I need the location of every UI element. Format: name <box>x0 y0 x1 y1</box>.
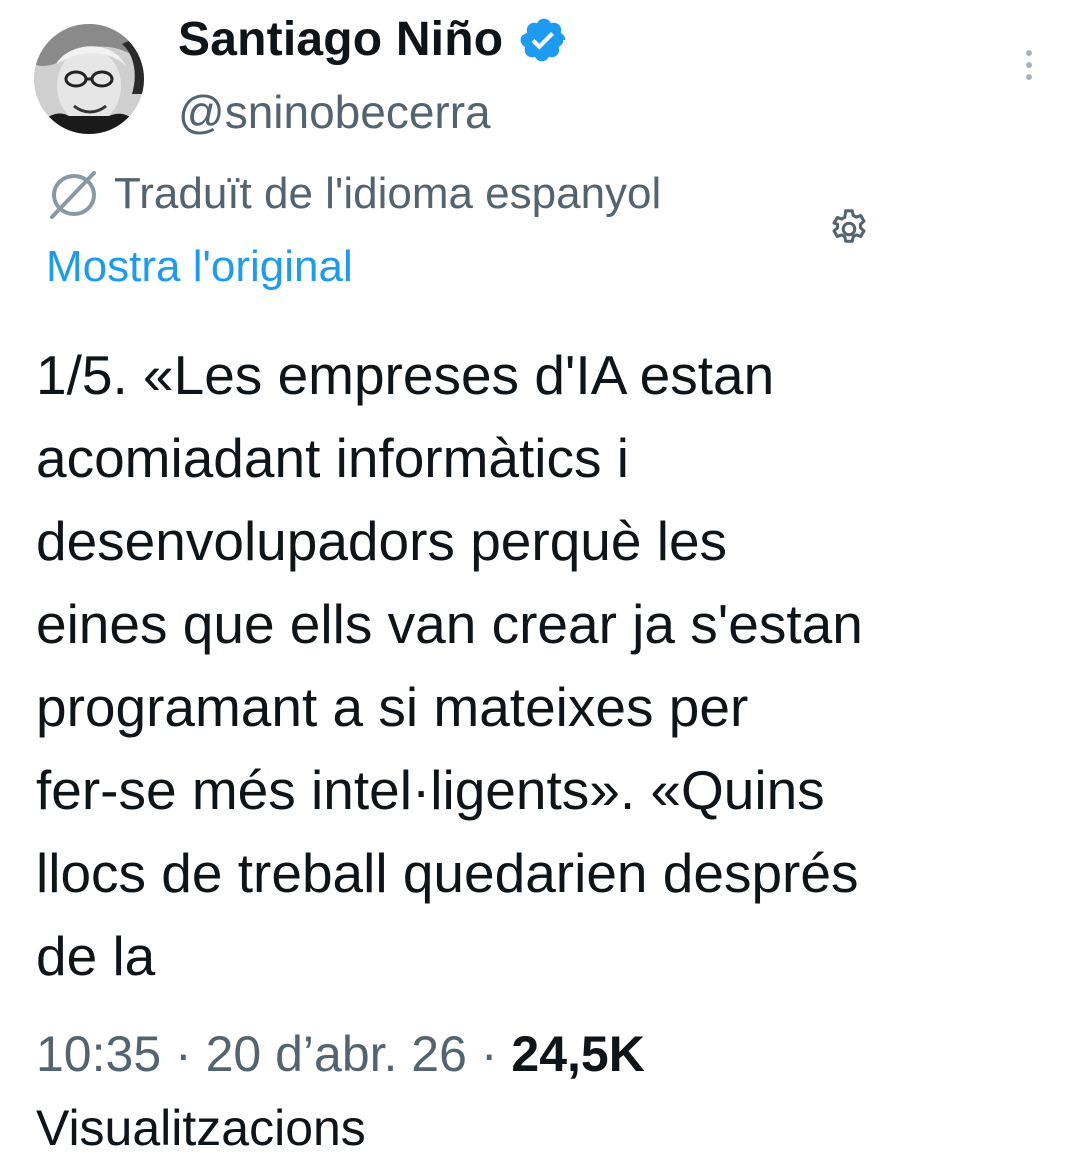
show-original-link[interactable]: Mostra l'original <box>46 240 353 294</box>
gear-icon[interactable] <box>826 206 872 252</box>
author-name-row: Santiago Niño <box>178 12 569 68</box>
author-name[interactable]: Santiago Niño <box>178 12 503 68</box>
meta-separator: · <box>175 1026 192 1082</box>
tweet-date[interactable]: 20 d’abr. 26 <box>206 1026 467 1082</box>
meta-separator: · <box>480 1026 498 1082</box>
tweet-meta: 10:35 · 20 d’abr. 26 · 24,5K <box>36 1024 645 1084</box>
translation-notice: Traduït de l'idioma espanyol <box>46 168 661 220</box>
tweet-time[interactable]: 10:35 <box>36 1026 161 1082</box>
tweet-text: 1/5. «Les empreses d'IA estan acomiadant… <box>36 344 863 987</box>
views-label: Visualitzacions <box>36 1100 366 1156</box>
verified-badge-icon <box>520 18 566 62</box>
views-count: 24,5K <box>511 1026 645 1082</box>
translate-icon <box>50 171 96 219</box>
more-options-icon[interactable] <box>1022 50 1036 86</box>
avatar-photo <box>34 24 144 134</box>
avatar[interactable] <box>34 24 144 134</box>
author-handle[interactable]: @sninobecerra <box>178 84 491 140</box>
translation-notice-text: Traduït de l'idioma espanyol <box>114 169 662 218</box>
